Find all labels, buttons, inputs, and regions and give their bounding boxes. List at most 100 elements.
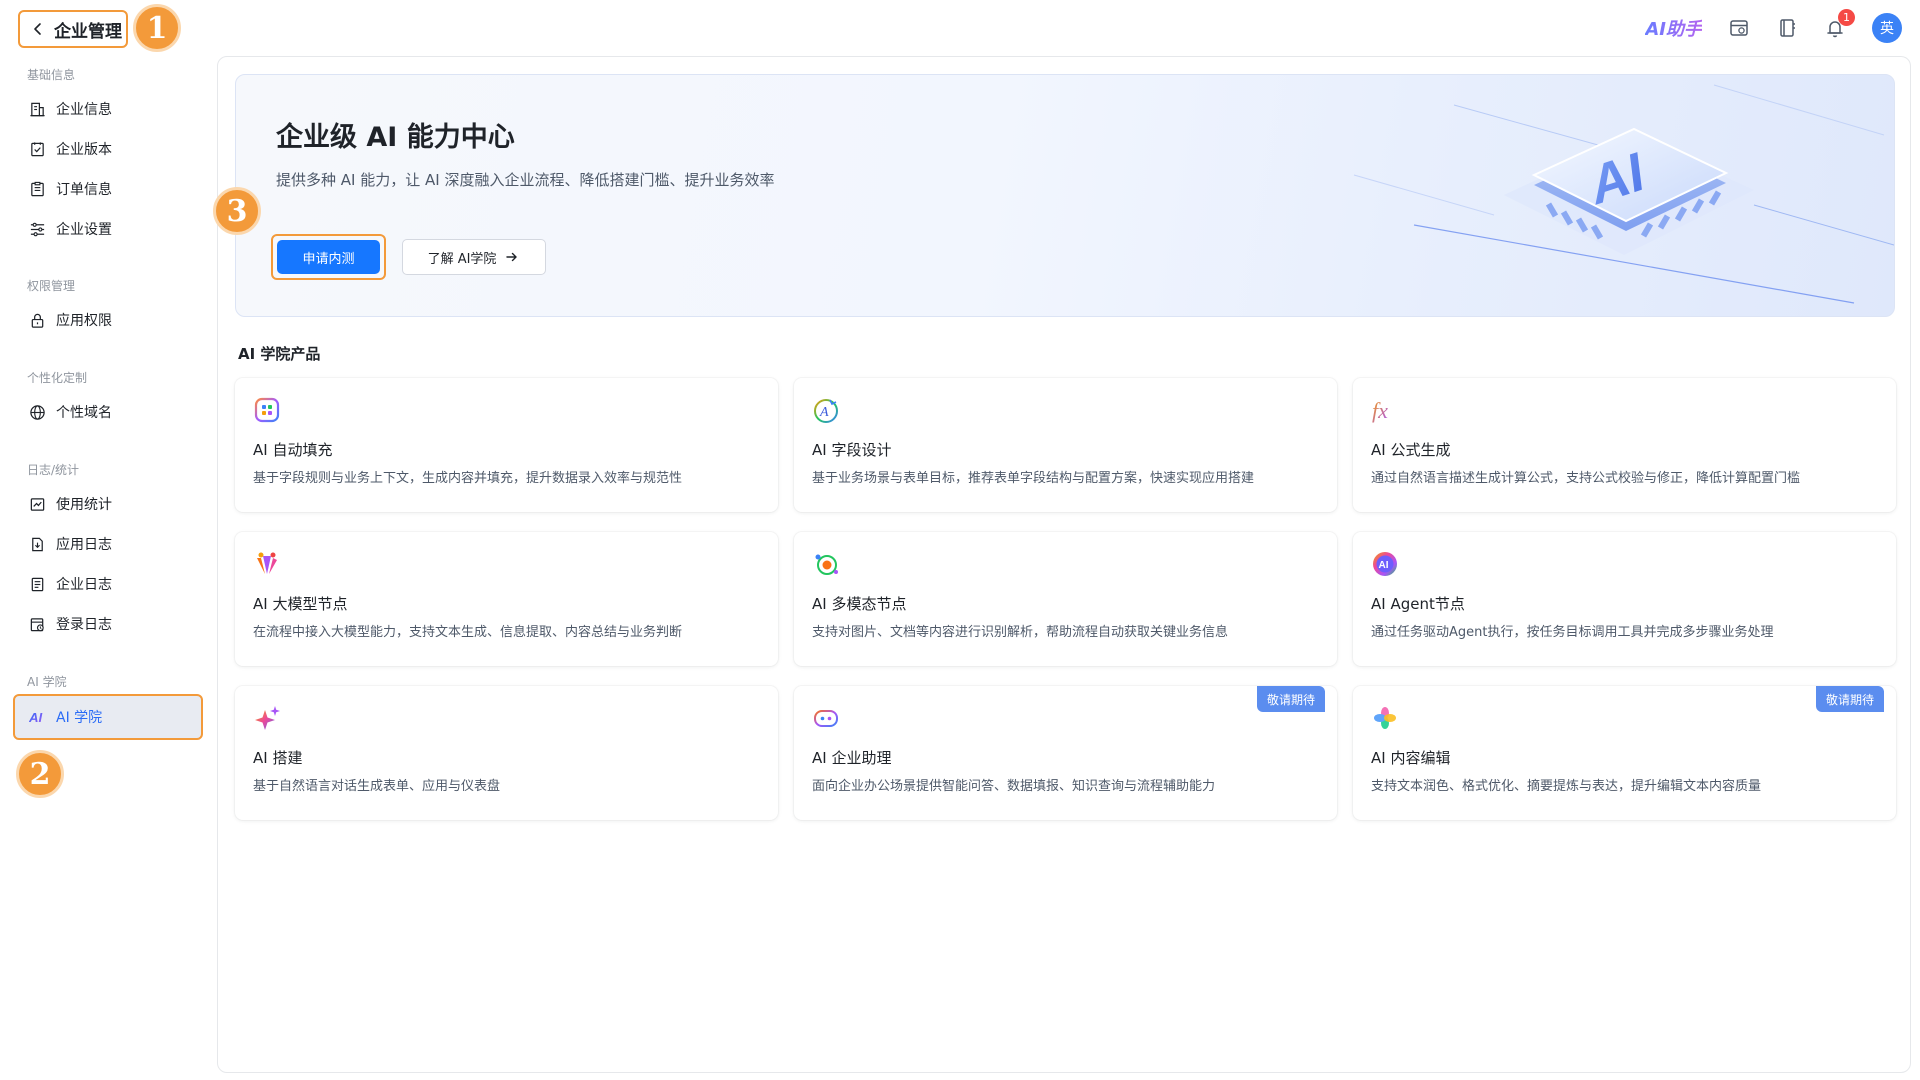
app-log-icon	[28, 535, 46, 553]
ai-helper-link[interactable]: AI助手	[1645, 15, 1702, 41]
sidebar-item-usage-stats[interactable]: 使用统计	[18, 486, 206, 522]
sparkle-icon	[253, 704, 281, 732]
apply-button-highlight: 申请内测	[271, 234, 386, 280]
ai-icon: AI	[28, 708, 46, 726]
product-card-agent[interactable]: AI AI Agent节点 通过任务驱动Agent执行，按任务目标调用工具并完成…	[1353, 532, 1896, 666]
hero-banner: 企业级 AI 能力中心 提供多种 AI 能力，让 AI 深度融入企业流程、降低搭…	[235, 74, 1895, 317]
product-card-field-design[interactable]: A AI 字段设计 基于业务场景与表单目标，推荐表单字段结构与配置方案，快速实现…	[794, 378, 1337, 512]
card-title: AI 自动填充	[253, 441, 333, 459]
sidebar-item-label: 应用日志	[56, 537, 112, 553]
svg-text:AI: AI	[1379, 560, 1389, 571]
lock-icon	[28, 311, 46, 329]
product-card-ai-build[interactable]: AI 搭建 基于自然语言对话生成表单、应用与仪表盘	[235, 686, 778, 820]
formula-icon: fx	[1371, 396, 1399, 424]
top-bar: 企业管理 1 AI助手 1 英	[0, 0, 1920, 56]
group-title-ai-academy: AI 学院	[27, 675, 67, 689]
order-icon	[28, 180, 46, 198]
product-card-multimodal[interactable]: AI 多模态节点 支持对图片、文档等内容进行识别解析，帮助流程自动获取关键业务信…	[794, 532, 1337, 666]
sidebar-item-app-logs[interactable]: 应用日志	[18, 526, 206, 562]
card-description: 支持对图片、文档等内容进行识别解析，帮助流程自动获取关键业务信息	[812, 625, 1229, 640]
apply-beta-button[interactable]: 申请内测	[277, 240, 380, 274]
agent-icon: AI	[1371, 550, 1399, 578]
product-card-content-edit[interactable]: AI 内容编辑 支持文本润色、格式优化、摘要提炼与表达，提升编辑文本内容质量 敬…	[1353, 686, 1896, 820]
notification-count: 1	[1838, 9, 1855, 26]
sidebar-item-label: 使用统计	[56, 497, 112, 513]
card-description: 通过任务驱动Agent执行，按任务目标调用工具并完成多步骤业务处理	[1371, 625, 1774, 640]
annotation-marker-3: 3	[213, 187, 261, 235]
sidebar-item-company-info[interactable]: 企业信息	[18, 91, 206, 127]
sidebar-item-ai-academy[interactable]: AI AI 学院	[13, 694, 203, 740]
sidebar-item-label: 登录日志	[56, 617, 112, 633]
group-title-logs: 日志/统计	[27, 463, 80, 477]
hero-title: 企业级 AI 能力中心	[276, 122, 515, 153]
sidebar-item-order-info[interactable]: 订单信息	[18, 171, 206, 207]
globe-icon	[28, 403, 46, 421]
svg-text:AI: AI	[29, 710, 43, 725]
book-icon[interactable]	[1776, 17, 1798, 39]
version-icon	[28, 140, 46, 158]
llm-node-icon	[253, 550, 281, 578]
learn-button-label: 了解 AI学院	[427, 251, 497, 267]
card-description: 在流程中接入大模型能力，支持文本生成、信息提取、内容总结与业务判断	[253, 625, 683, 640]
bell-icon[interactable]: 1	[1824, 9, 1855, 39]
multimodal-icon	[812, 550, 840, 578]
coming-soon-badge: 敬请期待	[1256, 686, 1325, 712]
sidebar-item-company-version[interactable]: 企业版本	[18, 131, 206, 167]
group-title-permissions: 权限管理	[27, 279, 76, 293]
card-description: 基于自然语言对话生成表单、应用与仪表盘	[253, 779, 501, 794]
sidebar-item-custom-domain[interactable]: 个性域名	[18, 394, 206, 430]
product-card-auto-fill[interactable]: AI 自动填充 基于字段规则与业务上下文，生成内容并填充，提升数据录入效率与规范…	[235, 378, 778, 512]
sidebar-item-label: 订单信息	[56, 182, 112, 198]
sidebar-item-company-settings[interactable]: 企业设置	[18, 211, 206, 247]
auto-fill-icon	[253, 396, 281, 424]
card-description: 通过自然语言描述生成计算公式，支持公式校验与修正，降低计算配置门槛	[1371, 471, 1801, 486]
back-button[interactable]: 企业管理	[18, 10, 128, 48]
sidebar-item-label: 企业日志	[56, 577, 112, 593]
group-title-customization: 个性化定制	[27, 371, 88, 385]
card-title: AI 企业助理	[812, 749, 892, 767]
svg-text:fx: fx	[1372, 398, 1388, 423]
annotation-marker-2: 2	[16, 750, 64, 798]
product-card-formula[interactable]: fx AI 公式生成 通过自然语言描述生成计算公式，支持公式校验与修正，降低计算…	[1353, 378, 1896, 512]
login-log-icon	[28, 615, 46, 633]
arrow-right-icon	[506, 252, 518, 262]
calendar-icon[interactable]	[1728, 17, 1750, 39]
sidebar-item-label: 企业信息	[56, 102, 112, 118]
group-title-basic: 基础信息	[27, 68, 76, 82]
sidebar-item-label: 应用权限	[56, 313, 112, 329]
sidebar-item-label: 企业版本	[56, 142, 112, 158]
card-description: 面向企业办公场景提供智能问答、数据填报、知识查询与流程辅助能力	[812, 779, 1216, 794]
product-card-llm-node[interactable]: AI 大模型节点 在流程中接入大模型能力，支持文本生成、信息提取、内容总结与业务…	[235, 532, 778, 666]
assistant-icon	[812, 704, 840, 732]
company-log-icon	[28, 575, 46, 593]
card-title: AI Agent节点	[1371, 595, 1465, 613]
card-description: 支持文本润色、格式优化、摘要提炼与表达，提升编辑文本内容质量	[1371, 779, 1762, 794]
avatar[interactable]: 英	[1872, 13, 1902, 43]
top-right-toolbar: AI助手 1 英	[1645, 9, 1902, 44]
sidebar-item-company-logs[interactable]: 企业日志	[18, 566, 206, 602]
card-title: AI 搭建	[253, 749, 303, 767]
chevron-left-icon	[34, 23, 41, 35]
sidebar: 基础信息 企业信息 企业版本 订单信息 企业设置 权限管理 应用权限 个性化定制…	[0, 56, 215, 1080]
card-description: 基于字段规则与业务上下文，生成内容并填充，提升数据录入效率与规范性	[253, 471, 683, 486]
card-title: AI 字段设计	[812, 441, 892, 459]
back-button-label: 企业管理	[54, 21, 122, 42]
field-design-icon: A	[812, 396, 840, 424]
sidebar-item-login-logs[interactable]: 登录日志	[18, 606, 206, 642]
content-edit-icon	[1371, 704, 1399, 732]
sidebar-item-label: AI 学院	[56, 710, 103, 726]
sidebar-item-app-permissions[interactable]: 应用权限	[18, 302, 206, 338]
building-icon	[28, 100, 46, 118]
annotation-marker-1: 1	[133, 4, 181, 52]
card-description: 基于业务场景与表单目标，推荐表单字段结构与配置方案，快速实现应用搭建	[812, 471, 1255, 486]
product-card-enterprise-assistant[interactable]: AI 企业助理 面向企业办公场景提供智能问答、数据填报、知识查询与流程辅助能力 …	[794, 686, 1337, 820]
main-content: 企业级 AI 能力中心 提供多种 AI 能力，让 AI 深度融入企业流程、降低搭…	[213, 56, 1911, 1073]
card-title: AI 公式生成	[1371, 441, 1451, 459]
sidebar-item-label: 企业设置	[56, 222, 112, 238]
card-title: AI 内容编辑	[1371, 749, 1451, 767]
ai-chip-illustration: AI	[1353, 84, 1894, 304]
section-title: AI 学院产品	[238, 345, 321, 363]
learn-ai-academy-button[interactable]: 了解 AI学院	[402, 239, 546, 275]
settings-sliders-icon	[28, 220, 46, 238]
coming-soon-badge: 敬请期待	[1815, 686, 1884, 712]
